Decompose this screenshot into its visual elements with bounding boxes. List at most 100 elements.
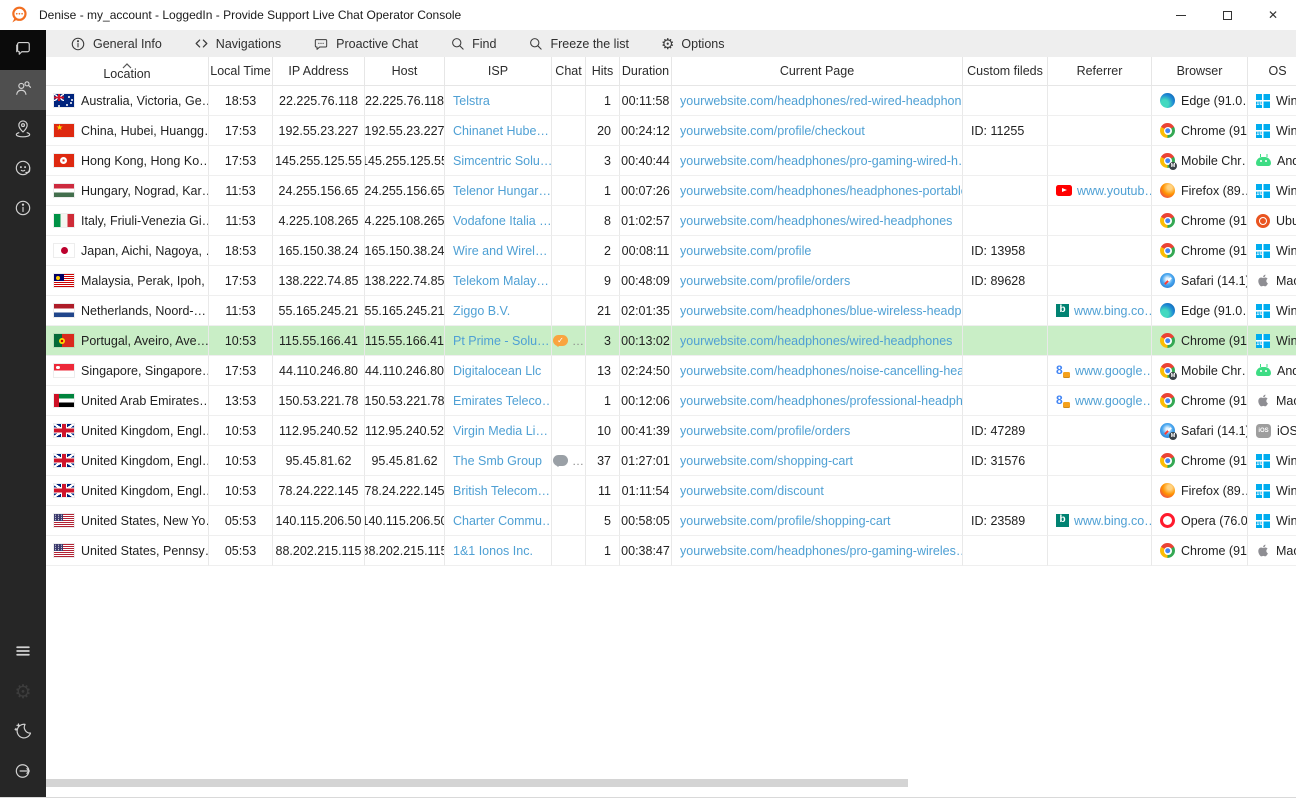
toolbar-button-navigations[interactable]: Navigations	[186, 30, 295, 57]
minimize-button[interactable]	[1158, 0, 1204, 30]
chat-cell	[552, 266, 586, 296]
sidebar-item-geo-map[interactable]	[0, 110, 46, 150]
visitor-row[interactable]: Japan, Aichi, Nagoya, …18:53165.150.38.2…	[46, 236, 1296, 266]
isp-link[interactable]: Pt Prime - Solu…	[453, 334, 550, 348]
sidebar-item-menu[interactable]	[0, 633, 46, 673]
close-button[interactable]: ✕	[1250, 0, 1296, 30]
visitor-row[interactable]: United States, Pennsy…05:5388.202.215.11…	[46, 536, 1296, 566]
current-page-link[interactable]: yourwebsite.com/headphones/professional-…	[680, 394, 963, 408]
chat-cell	[552, 506, 586, 536]
column-header-referrer[interactable]: Referrer	[1048, 57, 1152, 86]
duration-cell: 00:40:44	[620, 146, 672, 176]
visitor-row[interactable]: Hungary, Nograd, Kar…11:5324.255.156.652…	[46, 176, 1296, 206]
browser-cell: MSafari (14.1)	[1152, 416, 1248, 446]
isp-link[interactable]: Chinanet Hube…	[453, 124, 549, 138]
current-page-link[interactable]: yourwebsite.com/headphones/wired-headpho…	[680, 214, 952, 228]
toolbar-button-options[interactable]: ⚙Options	[653, 30, 739, 57]
current-page-link[interactable]: yourwebsite.com/profile/shopping-cart	[680, 514, 891, 528]
visitor-row[interactable]: United Arab Emirates…13:53150.53.221.781…	[46, 386, 1296, 416]
current-page-cell: yourwebsite.com/profile/orders	[672, 416, 963, 446]
column-header-chat[interactable]: Chat	[552, 57, 586, 86]
visitor-row[interactable]: Italy, Friuli-Venezia Gi…11:534.225.108.…	[46, 206, 1296, 236]
isp-link[interactable]: Telstra	[453, 94, 490, 108]
current-page-link[interactable]: yourwebsite.com/headphones/wired-headpho…	[680, 334, 952, 348]
host-cell: 112.95.240.52	[365, 416, 445, 446]
isp-link[interactable]: Telenor Hungar…	[453, 184, 551, 198]
referrer-link[interactable]: www.google…	[1075, 394, 1152, 408]
isp-link[interactable]: The Smb Group	[453, 454, 542, 468]
current-page-link[interactable]: yourwebsite.com/shopping-cart	[680, 454, 853, 468]
current-page-link[interactable]: yourwebsite.com/discount	[680, 484, 824, 498]
horizontal-scrollbar-thumb[interactable]	[46, 779, 908, 787]
column-header-browser[interactable]: Browser	[1152, 57, 1248, 86]
referrer-link[interactable]: www.bing.co…	[1074, 304, 1152, 318]
visitor-row[interactable]: Australia, Victoria, Ge…18:5322.225.76.1…	[46, 86, 1296, 116]
visitor-row[interactable]: China, Hubei, Huangg…17:53192.55.23.2271…	[46, 116, 1296, 146]
isp-link[interactable]: Virgin Media Li…	[453, 424, 548, 438]
visitor-row[interactable]: United Kingdom, Engl…10:5378.24.222.1457…	[46, 476, 1296, 506]
visitor-row[interactable]: Singapore, Singapore…17:5344.110.246.804…	[46, 356, 1296, 386]
column-header-location[interactable]: Location	[46, 57, 209, 86]
toolbar-button-proactive-chat[interactable]: Proactive Chat	[305, 30, 432, 57]
edge-browser-icon	[1160, 303, 1175, 318]
time-cell: 17:53	[209, 266, 273, 296]
toolbar-button-general-info[interactable]: General Info	[62, 30, 176, 57]
referrer-link[interactable]: www.google…	[1075, 364, 1152, 378]
toolbar-button-find[interactable]: Find	[442, 30, 510, 57]
current-page-link[interactable]: yourwebsite.com/headphones/red-wired-hea…	[680, 94, 963, 108]
sidebar-item-operators[interactable]	[0, 150, 46, 190]
isp-link[interactable]: Emirates Teleco…	[453, 394, 552, 408]
sidebar-item-info[interactable]	[0, 190, 46, 230]
current-page-link[interactable]: yourwebsite.com/headphones/blue-wireless…	[680, 304, 963, 318]
column-header-host[interactable]: Host	[365, 57, 445, 86]
current-page-link[interactable]: yourwebsite.com/profile/checkout	[680, 124, 865, 138]
maximize-button[interactable]	[1204, 0, 1250, 30]
current-page-link[interactable]: yourwebsite.com/profile/orders	[680, 424, 850, 438]
isp-link[interactable]: Ziggo B.V.	[453, 304, 510, 318]
isp-link[interactable]: Wire and Wirel…	[453, 244, 547, 258]
current-page-link[interactable]: yourwebsite.com/profile/orders	[680, 274, 850, 288]
isp-link[interactable]: Telekom Malay…	[453, 274, 549, 288]
visitor-row[interactable]: United Kingdom, Engl…10:5395.45.81.6295.…	[46, 446, 1296, 476]
isp-link[interactable]: British Telecom…	[453, 484, 550, 498]
hits-cell: 9	[586, 266, 620, 296]
visitor-row[interactable]: United States, New Yo…05:53140.115.206.5…	[46, 506, 1296, 536]
isp-link[interactable]: Vodafone Italia …	[453, 214, 552, 228]
column-header-hits[interactable]: Hits	[586, 57, 620, 86]
current-page-link[interactable]: yourwebsite.com/headphones/headphones-po…	[680, 184, 963, 198]
current-page-link[interactable]: yourwebsite.com/headphones/noise-cancell…	[680, 364, 963, 378]
referrer-link[interactable]: www.bing.co…	[1074, 514, 1152, 528]
referrer-cell	[1048, 116, 1152, 146]
isp-cell: Ziggo B.V.	[445, 296, 552, 326]
current-page-link[interactable]: yourwebsite.com/profile	[680, 244, 811, 258]
visitor-row[interactable]: Portugal, Aveiro, Ave…10:53115.55.166.41…	[46, 326, 1296, 356]
sidebar-item-dark-mode[interactable]	[0, 713, 46, 753]
ip-cell: 150.53.221.78	[273, 386, 365, 416]
android-os-icon	[1256, 367, 1271, 376]
time-cell: 10:53	[209, 446, 273, 476]
isp-link[interactable]: 1&1 Ionos Inc.	[453, 544, 533, 558]
toolbar-button-freeze-the-list[interactable]: Freeze the list	[520, 30, 643, 57]
column-header-ip-address[interactable]: IP Address	[273, 57, 365, 86]
column-header-custom-fileds[interactable]: Custom fileds	[963, 57, 1048, 86]
visitor-row[interactable]: United Kingdom, Engl…10:53112.95.240.521…	[46, 416, 1296, 446]
column-header-isp[interactable]: ISP	[445, 57, 552, 86]
visitor-row[interactable]: Netherlands, Noord-…11:5355.165.245.2155…	[46, 296, 1296, 326]
visitor-row[interactable]: Hong Kong, Hong Ko…17:53145.255.125.5514…	[46, 146, 1296, 176]
isp-link[interactable]: Charter Commu…	[453, 514, 552, 528]
current-page-link[interactable]: yourwebsite.com/headphones/pro-gaming-wi…	[680, 544, 963, 558]
column-header-current-page[interactable]: Current Page	[672, 57, 963, 86]
isp-link[interactable]: Simcentric Solu…	[453, 154, 552, 168]
column-header-local-time[interactable]: Local Time	[209, 57, 273, 86]
sidebar-item-settings[interactable]: ⚙	[0, 673, 46, 713]
custom-cell: ID: 31576	[963, 446, 1048, 476]
column-header-duration[interactable]: Duration	[620, 57, 672, 86]
sidebar-item-visitors[interactable]	[0, 70, 46, 110]
referrer-link[interactable]: www.youtub…	[1077, 184, 1152, 198]
sidebar-item-logout[interactable]	[0, 753, 46, 793]
sidebar-item-chats[interactable]	[0, 30, 46, 70]
visitor-row[interactable]: Malaysia, Perak, Ipoh, …17:53138.222.74.…	[46, 266, 1296, 296]
current-page-link[interactable]: yourwebsite.com/headphones/pro-gaming-wi…	[680, 154, 963, 168]
isp-link[interactable]: Digitalocean Llc	[453, 364, 541, 378]
column-header-os[interactable]: OS	[1248, 57, 1296, 86]
